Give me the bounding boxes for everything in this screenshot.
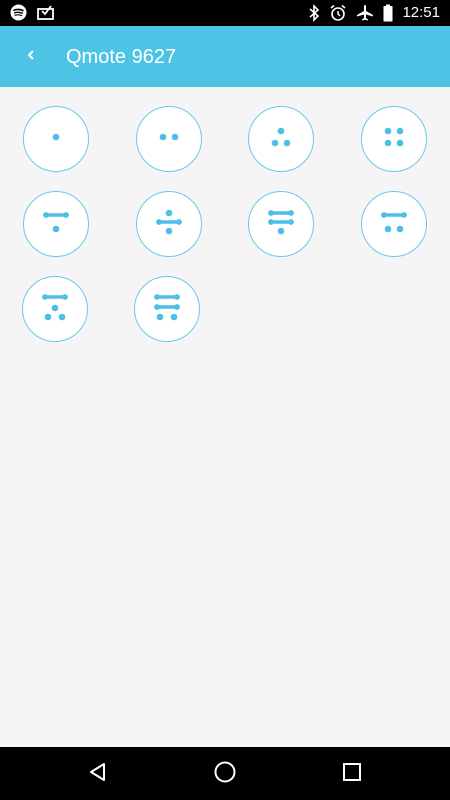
two-dots-icon <box>149 117 189 162</box>
navigation-bar <box>0 747 450 800</box>
chevron-left-icon <box>26 48 36 66</box>
alarm-icon <box>329 4 347 22</box>
inbox-check-icon <box>37 5 54 20</box>
command-button-8[interactable] <box>361 191 427 257</box>
back-triangle-icon <box>87 761 109 788</box>
four-dots-icon <box>374 117 414 162</box>
dot-dash-dot-icon <box>149 202 189 247</box>
command-button-1[interactable] <box>23 106 89 172</box>
dash-dots-dash-icon <box>147 287 187 332</box>
dash-dot-icon <box>36 202 76 247</box>
nav-back-button[interactable] <box>85 761 111 787</box>
airplane-mode-icon <box>356 4 374 22</box>
status-left-icons <box>10 4 54 21</box>
command-button-7[interactable] <box>248 191 314 257</box>
status-bar: 12:51 <box>0 0 450 26</box>
command-button-3[interactable] <box>248 106 314 172</box>
command-button-2[interactable] <box>136 106 202 172</box>
home-circle-icon <box>213 760 237 789</box>
status-time: 12:51 <box>402 4 440 21</box>
command-button-5[interactable] <box>23 191 89 257</box>
dash-two-dots-icon <box>374 202 414 247</box>
nav-home-button[interactable] <box>212 761 238 787</box>
three-dots-icon <box>261 117 301 162</box>
page-title: Qmote 9627 <box>66 46 177 68</box>
recents-square-icon <box>342 762 362 787</box>
command-grid <box>0 87 450 747</box>
app-bar: Qmote 9627 <box>0 26 450 87</box>
command-button-6[interactable] <box>136 191 202 257</box>
one-dot-icon <box>36 117 76 162</box>
command-button-9[interactable] <box>22 276 88 342</box>
status-right-icons: 12:51 <box>308 3 440 23</box>
command-button-10[interactable] <box>134 276 200 342</box>
command-button-4[interactable] <box>361 106 427 172</box>
battery-icon <box>383 4 393 22</box>
dash-dash-dot-icon <box>261 202 301 247</box>
dash-three-dots-icon <box>35 287 75 332</box>
spotify-icon <box>10 4 27 21</box>
nav-recents-button[interactable] <box>339 761 365 787</box>
back-button[interactable] <box>12 38 50 76</box>
bluetooth-icon <box>308 4 320 22</box>
